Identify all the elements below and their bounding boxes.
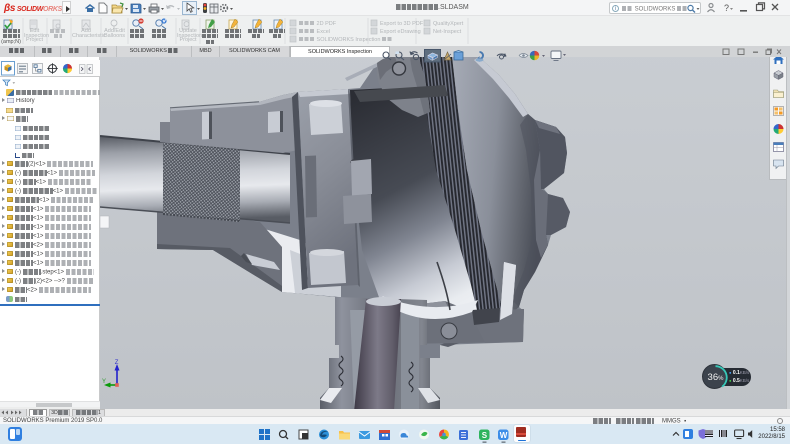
svg-text:Y: Y <box>102 379 106 385</box>
svg-text:W: W <box>500 431 508 440</box>
svg-text:S: S <box>482 431 488 440</box>
svg-text:Z: Z <box>115 360 119 366</box>
svg-text:?: ? <box>724 3 729 13</box>
